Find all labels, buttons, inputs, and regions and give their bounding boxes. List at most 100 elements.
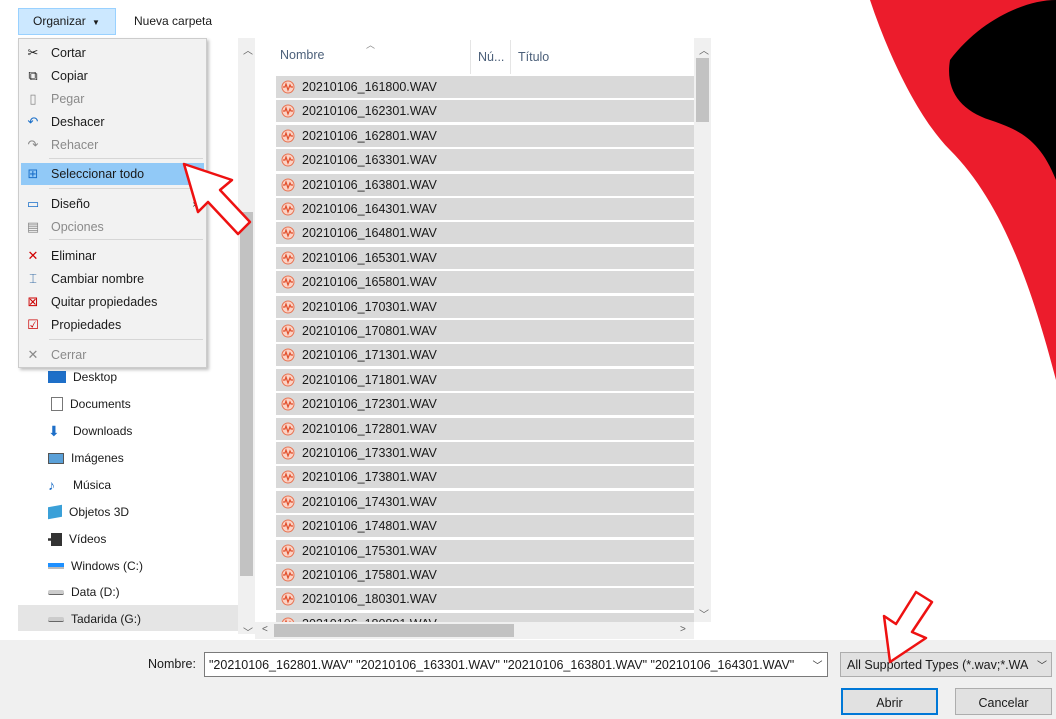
- menu-item-propiedades[interactable]: ☑ Propiedades: [21, 314, 204, 336]
- copy-icon: ⧉: [28, 68, 38, 83]
- undo-icon: ↶: [27, 114, 39, 129]
- videos-icon: [48, 532, 62, 546]
- chevron-down-icon[interactable]: ﹀: [808, 653, 827, 676]
- pictures-icon: [48, 452, 64, 464]
- nav-item-label: Objetos 3D: [69, 505, 130, 519]
- menu-item-label: Rehacer: [51, 138, 99, 152]
- filename-input[interactable]: "20210106_162801.WAV" "20210106_163301.W…: [204, 652, 828, 677]
- scroll-left-icon[interactable]: <: [262, 624, 268, 635]
- file-row[interactable]: 20210106_173301.WAV: [276, 442, 694, 465]
- file-type-select[interactable]: All Supported Types (*.wav;*.WA: [840, 652, 1052, 677]
- layout-icon: ▭: [26, 196, 40, 211]
- scroll-down-icon[interactable]: ﹀: [699, 606, 709, 621]
- chevron-down-icon: ▼: [92, 18, 100, 27]
- organize-label: Organizar: [33, 14, 86, 28]
- nav-item-tadarida-g[interactable]: Tadarida (G:): [48, 606, 141, 632]
- audio-file-icon: [281, 226, 295, 240]
- audio-file-icon: [281, 104, 295, 118]
- menu-item-rehacer: ↷ Rehacer: [21, 134, 204, 156]
- file-name: 20210106_171301.WAV: [302, 348, 437, 363]
- menu-item-seleccionar-todo[interactable]: ⊞ Seleccionar todo: [21, 163, 204, 185]
- file-name: 20210106_170301.WAV: [302, 299, 437, 314]
- nav-scrollbar-thumb[interactable]: [240, 212, 253, 576]
- file-row[interactable]: 20210106_170301.WAV: [276, 295, 694, 319]
- file-row[interactable]: 20210106_171301.WAV: [276, 344, 694, 368]
- column-header-title[interactable]: Título: [518, 50, 549, 64]
- file-name: 20210106_163801.WAV: [302, 177, 437, 192]
- file-name: 20210106_172801.WAV: [302, 421, 437, 436]
- file-row[interactable]: 20210106_175301.WAV: [276, 539, 694, 563]
- options-icon: ▤: [26, 219, 40, 234]
- file-name: 20210106_170801.WAV: [302, 324, 437, 338]
- nav-item-im-genes[interactable]: Imágenes: [48, 445, 124, 471]
- nav-item-m-sica[interactable]: ♪ Música: [48, 472, 111, 498]
- menu-item-label: Copiar: [51, 69, 88, 83]
- filename-label: Nombre:: [148, 657, 196, 671]
- file-row[interactable]: 20210106_173801.WAV: [276, 466, 694, 490]
- scroll-up-icon[interactable]: ︿: [243, 42, 253, 57]
- file-row[interactable]: 20210106_164801.WAV: [276, 222, 694, 246]
- vertical-scrollbar-thumb[interactable]: [696, 58, 709, 122]
- file-row[interactable]: 20210106_162301.WAV: [276, 100, 694, 124]
- new-folder-button[interactable]: Nueva carpeta: [134, 14, 212, 28]
- nav-item-windows-c[interactable]: Windows (C:): [48, 553, 143, 579]
- scroll-down-icon[interactable]: ﹀: [243, 624, 253, 639]
- chevron-down-icon[interactable]: ﹀: [1034, 653, 1050, 676]
- menu-item-diseño[interactable]: ▭ Diseño ›: [21, 193, 204, 215]
- nav-item-label: Windows (C:): [71, 559, 144, 573]
- file-row[interactable]: 20210106_180801.WAV: [276, 612, 694, 622]
- file-list-vertical-scrollbar[interactable]: [694, 38, 711, 622]
- organize-button[interactable]: Organizar ▼: [18, 8, 116, 35]
- file-name: 20210106_165301.WAV: [302, 250, 437, 265]
- file-row[interactable]: 20210106_171801.WAV: [276, 368, 694, 392]
- file-row[interactable]: 20210106_163301.WAV: [276, 149, 694, 173]
- file-row[interactable]: 20210106_180301.WAV: [276, 588, 694, 612]
- file-name: 20210106_173301.WAV: [302, 446, 437, 460]
- file-row[interactable]: 20210106_174801.WAV: [276, 515, 694, 539]
- cancel-button[interactable]: Cancelar: [955, 688, 1052, 715]
- nav-item-label: Tadarida (G:): [71, 612, 142, 626]
- column-divider: [510, 40, 511, 74]
- scroll-up-icon[interactable]: ︿: [699, 42, 709, 57]
- file-row[interactable]: 20210106_174301.WAV: [276, 490, 694, 514]
- column-header-name[interactable]: Nombre: [280, 48, 324, 62]
- nav-item-downloads[interactable]: ⬇ Downloads: [48, 418, 132, 444]
- menu-item-cortar[interactable]: ✂ Cortar: [21, 42, 204, 64]
- menu-item-cerrar: ✕ Cerrar: [21, 344, 204, 366]
- file-name: 20210106_172301.WAV: [302, 397, 437, 412]
- nav-item-documents[interactable]: Documents: [48, 391, 131, 417]
- audio-file-icon: [281, 129, 295, 143]
- scroll-right-icon[interactable]: >: [680, 624, 686, 635]
- open-button[interactable]: Abrir: [841, 688, 938, 715]
- file-row[interactable]: 20210106_172301.WAV: [276, 393, 694, 417]
- nav-item-data-d[interactable]: Data (D:): [48, 579, 120, 605]
- file-row[interactable]: 20210106_162801.WAV: [276, 124, 694, 148]
- drive-icon: [48, 589, 64, 595]
- nav-item-objetos-3d[interactable]: Objetos 3D: [48, 499, 129, 525]
- redo-icon: ↷: [27, 137, 39, 152]
- file-row[interactable]: 20210106_161800.WAV: [276, 76, 694, 99]
- nav-item-v-deos[interactable]: Vídeos: [48, 526, 106, 552]
- menu-item-deshacer[interactable]: ↶ Deshacer: [21, 111, 204, 133]
- file-row[interactable]: 20210106_165801.WAV: [276, 271, 694, 295]
- menu-item-quitar-propiedades[interactable]: ⊠ Quitar propiedades: [21, 291, 204, 313]
- audio-file-icon: [281, 495, 295, 509]
- file-row[interactable]: 20210106_165301.WAV: [276, 246, 694, 270]
- select-all-icon: ⊞: [27, 166, 39, 181]
- audio-file-icon: [281, 324, 295, 338]
- file-row[interactable]: 20210106_175801.WAV: [276, 564, 694, 587]
- audio-file-icon: [281, 397, 295, 411]
- horizontal-scrollbar-thumb[interactable]: [274, 624, 514, 637]
- remove-properties-icon: ⊠: [27, 294, 39, 309]
- file-row[interactable]: 20210106_163801.WAV: [276, 173, 694, 197]
- menu-item-eliminar[interactable]: ✕ Eliminar: [21, 245, 204, 267]
- menu-item-cambiar-nombre[interactable]: ⌶ Cambiar nombre: [21, 268, 204, 290]
- organize-context-menu: ✂ Cortar ⧉ Copiar ▯ Pegar ↶ Deshacer ↷ Rehacer ⊞ Se…: [18, 38, 207, 368]
- file-row[interactable]: 20210106_172801.WAV: [276, 417, 694, 441]
- file-row[interactable]: 20210106_170801.WAV: [276, 320, 694, 343]
- file-row[interactable]: 20210106_164301.WAV: [276, 198, 694, 221]
- file-name: 20210106_171801.WAV: [302, 372, 437, 387]
- column-header-number[interactable]: Nú...: [478, 50, 504, 64]
- menu-item-copiar[interactable]: ⧉ Copiar: [21, 65, 204, 87]
- nav-item-label: Vídeos: [69, 532, 107, 546]
